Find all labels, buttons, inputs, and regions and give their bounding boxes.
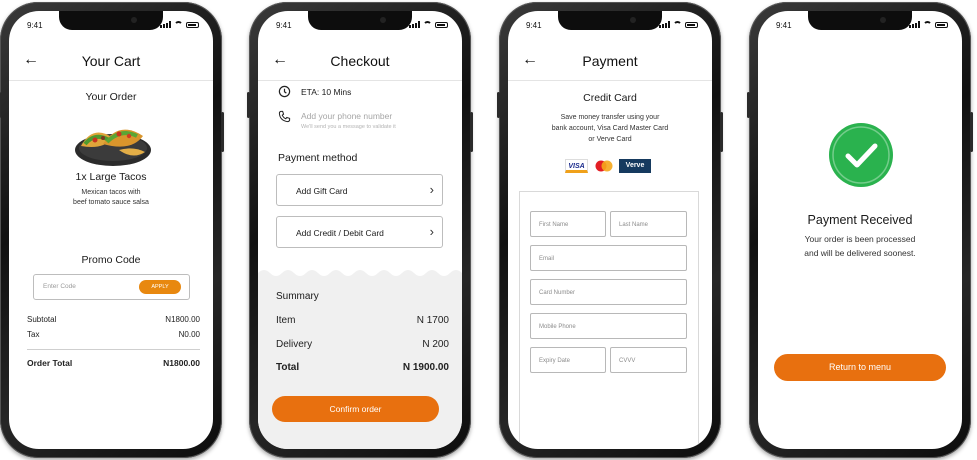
- clock-icon: [278, 85, 291, 98]
- tacos-image: [75, 129, 151, 166]
- expiry-date-field[interactable]: Expiry Date: [530, 347, 606, 373]
- payment-method-heading: Payment method: [278, 152, 358, 164]
- wifi-icon: [923, 21, 932, 28]
- received-line1: Your order is been processed: [804, 234, 916, 244]
- summary-heading: Summary: [276, 291, 319, 302]
- wifi-icon: [174, 21, 183, 28]
- promo-placeholder: Enter Code: [43, 283, 76, 290]
- payment-desc-line2: bank account, Visa Card Master Card: [551, 125, 669, 132]
- total-row: Order Total N1800.00: [27, 358, 200, 368]
- payment-received-heading: Payment Received: [807, 213, 913, 227]
- add-gift-card-option[interactable]: Add Gift Card ›: [276, 174, 443, 206]
- mobile-phone-field[interactable]: Mobile Phone: [530, 313, 687, 339]
- gift-card-label: Add Gift Card: [296, 186, 348, 196]
- tax-row: Tax N0.00: [27, 330, 200, 339]
- eta-text: ETA: 10 Mins: [301, 87, 352, 97]
- notch: [558, 11, 662, 30]
- battery-icon: [186, 21, 199, 28]
- checkout-navbar: ← Checkout: [258, 41, 462, 81]
- battery-icon: [935, 21, 948, 28]
- promo-heading: Promo Code: [81, 254, 141, 266]
- return-to-menu-button[interactable]: Return to menu: [774, 354, 946, 381]
- email-field[interactable]: Email: [530, 245, 687, 271]
- order-heading: Your Order: [85, 91, 137, 103]
- payment-screen: 9:41 ← Payment Credit Card Save money tr…: [508, 11, 712, 449]
- confirm-order-button[interactable]: Confirm order: [272, 396, 439, 422]
- last-name-field[interactable]: Last Name: [610, 211, 687, 237]
- card-form: First Name Last Name Email Card Number M…: [519, 191, 699, 449]
- tax-value: N0.00: [178, 330, 200, 339]
- visa-logo: VISA: [565, 159, 588, 173]
- success-check-icon: [829, 123, 893, 187]
- card-number-field[interactable]: Card Number: [530, 279, 687, 305]
- payment-desc-line3: or Verve Card: [588, 136, 632, 143]
- mastercard-logo: [595, 160, 613, 172]
- total-value: N 1900.00: [402, 362, 449, 373]
- phone-hint: We'll send you a message to validate it: [301, 124, 396, 130]
- total-label: Total: [276, 362, 300, 373]
- wifi-icon: [423, 21, 432, 28]
- page-title: Payment: [582, 53, 638, 69]
- notch: [59, 11, 163, 30]
- checkout-total-row: Total N 1900.00: [276, 362, 449, 373]
- delivery-value: N 200: [422, 339, 449, 350]
- cart-navbar: ← Your Cart: [9, 41, 213, 81]
- total-label: Order Total: [27, 358, 73, 368]
- payment-navbar: ← Payment: [508, 41, 712, 81]
- total-value: N1800.00: [163, 358, 200, 368]
- status-time: 9:41: [526, 21, 542, 30]
- cart-screen: 9:41 ← Your Cart Your Order 1x Large Tac…: [9, 11, 213, 449]
- tax-label: Tax: [27, 330, 40, 339]
- add-credit-card-option[interactable]: Add Credit / Debit Card ›: [276, 216, 443, 248]
- item-name: 1x Large Tacos: [75, 171, 147, 183]
- delivery-label: Delivery: [276, 339, 313, 350]
- divider: [27, 349, 200, 350]
- phone-checkout: 9:41 ← Checkout ETA: 10 Mins Add your ph…: [247, 2, 473, 458]
- cvv-field[interactable]: CVVV: [610, 347, 687, 373]
- page-title: Checkout: [330, 53, 390, 69]
- apply-button[interactable]: APPLY: [139, 280, 181, 294]
- chevron-right-icon: ›: [429, 224, 434, 239]
- phone-received: 9:41 Payment Received Your order is been…: [747, 2, 973, 458]
- phone-icon: [278, 110, 291, 123]
- page-title: Your Cart: [81, 53, 141, 69]
- status-time: 9:41: [276, 21, 292, 30]
- wifi-icon: [673, 21, 682, 28]
- phone-input[interactable]: Add your phone number: [301, 111, 392, 121]
- phone-payment: 9:41 ← Payment Credit Card Save money tr…: [497, 2, 723, 458]
- delivery-row: Delivery N 200: [276, 339, 449, 350]
- notch: [808, 11, 912, 30]
- received-screen: 9:41 Payment Received Your order is been…: [758, 11, 962, 449]
- subtotal-label: Subtotal: [27, 315, 57, 324]
- battery-icon: [685, 21, 698, 28]
- credit-card-label: Add Credit / Debit Card: [296, 228, 384, 238]
- item-row: Item N 1700: [276, 315, 449, 326]
- status-time: 9:41: [27, 21, 43, 30]
- first-name-field[interactable]: First Name: [530, 211, 606, 237]
- promo-input[interactable]: Enter Code APPLY: [33, 274, 190, 300]
- subtotal-value: N1800.00: [165, 315, 200, 324]
- item-value: N 1700: [416, 315, 449, 326]
- phone-cart: 9:41 ← Your Cart Your Order 1x Large Tac…: [0, 2, 224, 458]
- credit-card-heading: Credit Card: [583, 92, 637, 104]
- status-time: 9:41: [776, 21, 792, 30]
- item-desc-line1: Mexican tacos with: [81, 189, 141, 196]
- item-label: Item: [276, 315, 296, 326]
- payment-desc-line1: Save money transfer using your: [560, 114, 660, 121]
- subtotal-row: Subtotal N1800.00: [27, 315, 200, 324]
- checkout-screen: 9:41 ← Checkout ETA: 10 Mins Add your ph…: [258, 11, 462, 449]
- received-line2: and will be delivered soonest.: [804, 248, 916, 258]
- verve-logo: Verve: [619, 159, 651, 173]
- chevron-right-icon: ›: [429, 182, 434, 197]
- notch: [308, 11, 412, 30]
- summary-panel: Summary Item N 1700 Delivery N 200 Total N …: [258, 277, 462, 449]
- item-desc-line2: beef tomato sauce salsa: [73, 199, 149, 206]
- battery-icon: [435, 21, 448, 28]
